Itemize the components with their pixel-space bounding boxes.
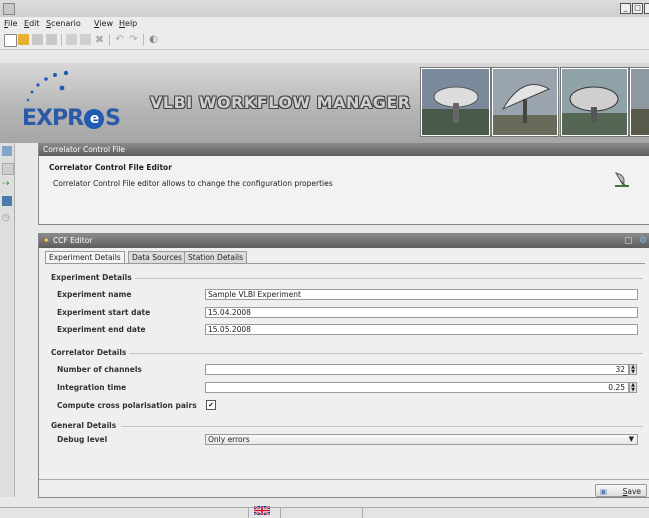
info-icon[interactable]: ◐ bbox=[148, 34, 159, 45]
cross-polarisation-label: Compute cross polarisation pairs bbox=[57, 401, 197, 410]
number-of-channels-input[interactable]: 32 bbox=[205, 364, 629, 375]
ccf-panel-header: Correlator Control File bbox=[39, 144, 649, 156]
document-icon[interactable]: ▢ bbox=[624, 234, 633, 248]
status-bar bbox=[0, 507, 649, 518]
channels-spinner[interactable]: ▲ ▼ bbox=[629, 364, 637, 375]
menu-bar: File Edit Scenario View Help bbox=[0, 17, 649, 31]
connect-icon[interactable]: ⇢ bbox=[2, 179, 12, 189]
open-folder-icon[interactable] bbox=[18, 34, 29, 45]
close-button[interactable] bbox=[644, 3, 649, 14]
tab-data-sources[interactable]: Data Sources bbox=[128, 251, 186, 263]
integration-time-input[interactable]: 0.25 bbox=[205, 382, 629, 393]
minimize-button[interactable]: _ bbox=[620, 3, 631, 14]
experiment-name-label: Experiment name bbox=[57, 290, 132, 299]
debug-level-select[interactable]: Only errors ▼ bbox=[205, 434, 638, 445]
ccf-editor-header: ✦ CCF Editor ▢ ⚙ bbox=[39, 234, 649, 248]
editor-footer-divider bbox=[39, 479, 649, 480]
ccf-editor-title: CCF Editor bbox=[53, 236, 93, 245]
delete-icon[interactable]: ✖ bbox=[94, 34, 105, 45]
general-details-heading: General Details bbox=[51, 421, 117, 430]
copy-icon[interactable] bbox=[66, 34, 77, 45]
radio-telescope-photo-1 bbox=[421, 68, 490, 136]
debug-level-value: Only errors bbox=[208, 435, 250, 444]
cross-polarisation-checkbox[interactable]: ✔ bbox=[206, 400, 216, 410]
settings-icon[interactable] bbox=[2, 196, 12, 206]
redo-icon[interactable]: ↷ bbox=[128, 34, 139, 45]
tab-station-details[interactable]: Station Details bbox=[184, 251, 248, 263]
correlator-details-heading: Correlator Details bbox=[51, 348, 127, 357]
chevron-down-icon: ▼ bbox=[628, 435, 634, 443]
save-icon[interactable] bbox=[32, 34, 43, 45]
menu-file[interactable]: File bbox=[4, 19, 17, 28]
menu-edit[interactable]: Edit bbox=[24, 19, 40, 28]
tab-experiment-details[interactable]: Experiment Details bbox=[45, 251, 125, 263]
undo-icon[interactable]: ↶ bbox=[114, 34, 125, 45]
expres-logo: EXPR e S bbox=[22, 106, 121, 131]
uk-flag-icon[interactable] bbox=[254, 506, 270, 515]
maximize-button[interactable]: □ bbox=[632, 3, 643, 14]
save-button[interactable]: ▣ Save bbox=[595, 484, 647, 497]
satellite-dish-icon bbox=[614, 172, 629, 188]
number-of-channels-label: Number of channels bbox=[57, 365, 142, 374]
new-file-icon[interactable] bbox=[4, 34, 17, 47]
clock-icon[interactable]: ◷ bbox=[2, 213, 12, 223]
experiment-start-date-input[interactable]: 15.04.2008 bbox=[205, 307, 638, 318]
tab-divider bbox=[45, 263, 645, 264]
tools-icon[interactable]: ⚙ bbox=[639, 234, 647, 248]
menu-scenario[interactable]: Scenario bbox=[46, 19, 81, 28]
section-divider bbox=[129, 353, 643, 354]
save-as-icon[interactable] bbox=[46, 34, 57, 45]
ccf-title: Correlator Control File Editor bbox=[49, 163, 172, 172]
experiment-name-input[interactable]: Sample VLBI Experiment bbox=[205, 289, 638, 300]
ccf-editor-panel: ✦ CCF Editor ▢ ⚙ Experiment Details Data… bbox=[38, 233, 649, 498]
radio-telescope-photo-3 bbox=[561, 68, 628, 136]
section-divider bbox=[135, 278, 643, 279]
toolbar: ✖ ↶ ↷ ◐ bbox=[0, 31, 649, 50]
radio-telescope-photo-2 bbox=[492, 68, 558, 136]
experiment-end-date-input[interactable]: 15.05.2008 bbox=[205, 324, 638, 335]
banner-title: VLBI WORKFLOW MANAGER bbox=[150, 93, 411, 112]
sparkle-icon: ✦ bbox=[43, 236, 50, 245]
toolbar-separator bbox=[143, 34, 144, 46]
stars-icon bbox=[26, 70, 69, 102]
window-title-bar: _ □ bbox=[0, 0, 649, 18]
debug-level-label: Debug level bbox=[57, 435, 108, 444]
experiment-start-date-label: Experiment start date bbox=[57, 308, 151, 317]
left-tool-strip: ⇢ ◷ bbox=[0, 143, 15, 497]
paste-icon[interactable] bbox=[80, 34, 91, 45]
radio-telescope-photo-4 bbox=[630, 68, 649, 136]
menu-help[interactable]: Help bbox=[119, 19, 137, 28]
integration-time-label: Integration time bbox=[57, 383, 127, 392]
save-icon: ▣ bbox=[600, 487, 608, 496]
integration-time-spinner[interactable]: ▲ ▼ bbox=[629, 382, 637, 393]
section-divider bbox=[121, 426, 643, 427]
toolbar-separator bbox=[61, 34, 62, 46]
experiment-end-date-label: Experiment end date bbox=[57, 325, 146, 334]
experiment-details-heading: Experiment Details bbox=[51, 273, 132, 282]
ccf-info-panel: Correlator Control File Correlator Contr… bbox=[38, 143, 649, 225]
app-icon bbox=[3, 3, 15, 15]
workflow-icon[interactable] bbox=[2, 146, 12, 156]
document-icon[interactable] bbox=[2, 163, 14, 175]
toolbar-separator bbox=[109, 34, 110, 46]
ccf-description: Correlator Control File editor allows to… bbox=[53, 179, 333, 188]
menu-view[interactable]: View bbox=[94, 19, 113, 28]
